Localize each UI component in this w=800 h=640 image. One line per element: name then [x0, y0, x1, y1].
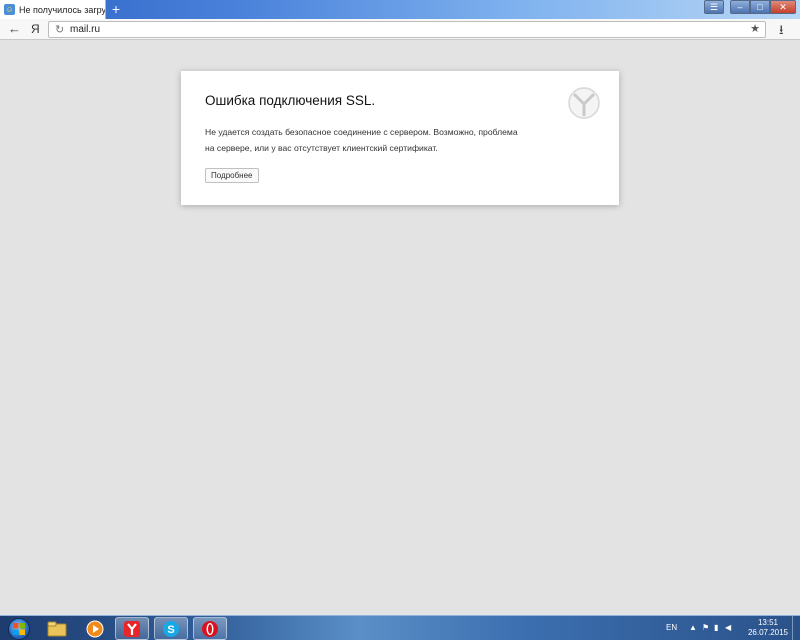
- download-arrow-icon[interactable]: ⭳: [779, 21, 784, 43]
- error-description-line-1: Не удается создать безопасное соединение…: [205, 127, 518, 137]
- system-clock[interactable]: 13:51 26.07.2015: [748, 618, 788, 638]
- start-button[interactable]: [4, 616, 34, 640]
- error-title: Ошибка подключения SSL.: [205, 93, 376, 108]
- taskbar-yandex-browser-icon[interactable]: [115, 617, 149, 640]
- network-icon[interactable]: ▮: [714, 623, 718, 632]
- yandex-ya-icon[interactable]: Я: [31, 22, 40, 36]
- minimize-icon[interactable]: –: [730, 0, 750, 14]
- details-button[interactable]: Подробнее: [205, 168, 259, 183]
- reload-icon[interactable]: ↻: [55, 23, 64, 36]
- action-center-flag-icon[interactable]: ⚑: [702, 623, 709, 632]
- new-tab-plus-icon[interactable]: +: [109, 2, 123, 16]
- bookmark-star-icon[interactable]: ★: [750, 22, 760, 35]
- browser-tab[interactable]: ☺ Не получилось загрузить: [0, 0, 106, 19]
- error-description-line-2: на сервере, или у вас отсутствует клиент…: [205, 143, 438, 153]
- language-indicator[interactable]: EN: [666, 623, 677, 632]
- yandex-browser-logo-icon: [568, 87, 600, 119]
- taskbar-explorer-icon[interactable]: [40, 617, 74, 640]
- close-icon[interactable]: ✕: [770, 0, 796, 14]
- address-bar-url[interactable]: mail.ru: [70, 24, 100, 35]
- back-arrow-icon[interactable]: ←: [8, 22, 21, 36]
- show-hidden-icons-arrow-icon[interactable]: ▲: [689, 623, 697, 632]
- title-bar: ☺ Не получилось загрузить + ☰ – □ ✕: [0, 0, 800, 19]
- browser-toolbar: ← Я ↻ mail.ru ★ ⭳: [0, 19, 800, 40]
- clock-time: 13:51: [757, 618, 778, 627]
- taskbar-skype-icon[interactable]: S: [154, 617, 188, 640]
- page-favicon-icon: ☺: [4, 4, 15, 15]
- maximize-icon[interactable]: □: [750, 0, 770, 14]
- tab-title: Не получилось загрузить: [19, 4, 105, 15]
- window-controls: ☰ – □ ✕: [704, 0, 796, 14]
- ssl-error-card: Ошибка подключения SSL. Не удается созда…: [181, 71, 619, 205]
- windows-taskbar: S EN ▲ ⚑ ▮ ◀ 13:51 26.07.2015: [0, 615, 800, 640]
- address-bar[interactable]: ↻ mail.ru ★: [48, 21, 766, 38]
- windows-logo-icon: [8, 617, 30, 640]
- taskbar-media-player-icon[interactable]: [78, 617, 112, 640]
- volume-icon[interactable]: ◀: [725, 623, 731, 632]
- taskbar-opera-icon[interactable]: [193, 617, 227, 640]
- error-description: Не удается создать безопасное соединение…: [205, 124, 565, 156]
- show-desktop-button[interactable]: [792, 616, 800, 640]
- svg-text:S: S: [167, 624, 174, 636]
- clock-date: 26.07.2015: [747, 628, 788, 637]
- system-tray: EN ▲ ⚑ ▮ ◀ 13:51 26.07.2015: [660, 616, 800, 640]
- browser-menu-icon[interactable]: ☰: [704, 0, 724, 14]
